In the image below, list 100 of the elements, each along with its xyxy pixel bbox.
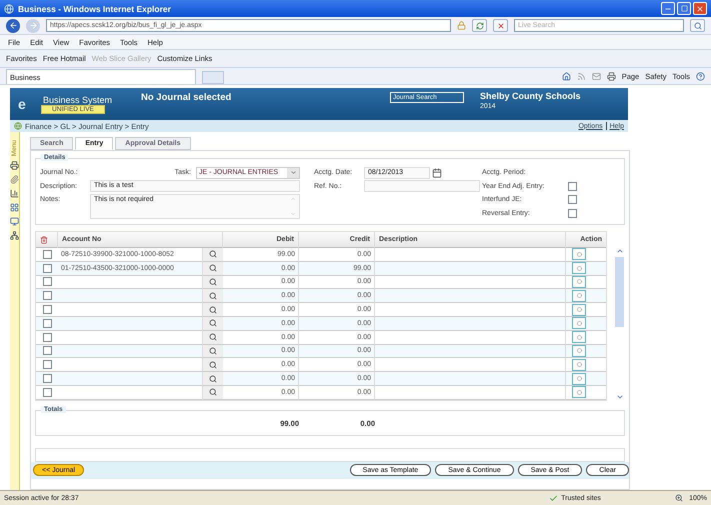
calendar-icon (432, 168, 442, 178)
description-cell[interactable] (375, 372, 566, 386)
new-tab-button[interactable] (202, 71, 224, 84)
forward-button[interactable] (26, 18, 40, 32)
action-button[interactable] (572, 248, 586, 260)
search-button[interactable] (690, 19, 705, 32)
lookup-icon (209, 250, 217, 258)
action-button[interactable] (572, 386, 586, 398)
row-checkbox[interactable] (42, 360, 52, 370)
back-arrow-icon (8, 21, 18, 30)
circle-icon (576, 293, 582, 298)
help-icon (696, 72, 705, 80)
refresh-icon (476, 22, 484, 30)
lookup-icon (209, 264, 217, 272)
action-button[interactable] (572, 344, 586, 357)
description-cell[interactable] (375, 316, 566, 331)
lookup-icon (209, 346, 217, 355)
description-cell[interactable] (375, 276, 566, 290)
print-icon (606, 72, 616, 80)
description-cell[interactable] (375, 344, 566, 358)
row-checkbox[interactable] (42, 305, 52, 314)
close-button[interactable] (693, 2, 707, 15)
lookup-icon (209, 333, 217, 342)
circle-icon (576, 266, 582, 271)
maximize-button[interactable] (677, 2, 691, 15)
circle-icon (576, 320, 582, 326)
delete-icon (40, 236, 48, 244)
row-checkbox[interactable] (42, 374, 52, 384)
description-cell[interactable] (375, 262, 566, 276)
row-checkbox[interactable] (42, 346, 52, 356)
lookup-icon (209, 319, 217, 328)
description-cell[interactable] (375, 386, 566, 400)
description-cell[interactable] (375, 289, 566, 304)
stop-button[interactable] (493, 19, 508, 32)
row-checkbox[interactable] (42, 250, 52, 259)
lookup-icon (209, 278, 217, 286)
monitor-icon (10, 217, 19, 226)
action-button[interactable] (572, 331, 586, 344)
lookup-icon (209, 306, 217, 314)
action-button[interactable] (572, 276, 586, 288)
system-name: Business System (43, 94, 114, 104)
mail-icon (592, 72, 601, 80)
back-button[interactable] (6, 18, 20, 32)
row-checkbox[interactable] (42, 388, 52, 397)
account-cell[interactable] (58, 344, 203, 358)
home-icon (562, 72, 571, 80)
organization-name: Shelby County Schools (480, 91, 582, 101)
ie-logo-icon (4, 4, 14, 14)
account-cell[interactable] (58, 316, 203, 331)
action-button[interactable] (572, 358, 586, 371)
row-checkbox[interactable] (42, 332, 52, 342)
action-button[interactable] (572, 262, 586, 274)
search-icon (694, 22, 702, 30)
chart-icon (10, 189, 19, 198)
account-cell[interactable] (58, 372, 203, 386)
scroll-down-icon (290, 211, 296, 217)
row-checkbox[interactable] (42, 277, 52, 286)
action-button[interactable] (572, 304, 586, 316)
account-cell[interactable] (58, 386, 203, 400)
zoom-icon (675, 494, 684, 502)
scroll-up-icon (616, 247, 624, 255)
action-button[interactable] (572, 372, 586, 385)
checkbox[interactable] (568, 182, 577, 191)
checkbox[interactable] (568, 195, 577, 204)
paperclip-icon (10, 175, 19, 184)
lookup-icon (209, 388, 217, 396)
close-icon (696, 4, 704, 12)
circle-icon (576, 252, 582, 257)
scrollbar[interactable] (614, 247, 625, 401)
check-icon (549, 494, 558, 502)
network-icon (10, 231, 19, 240)
logo: e (18, 96, 26, 112)
window-title: Business - Windows Internet Explorer (18, 4, 171, 14)
description-cell[interactable] (375, 330, 566, 345)
minimize-button[interactable] (661, 2, 675, 15)
globe-icon (14, 122, 22, 130)
description-cell[interactable] (375, 358, 566, 372)
print-icon (10, 161, 19, 170)
account-cell[interactable] (58, 289, 203, 304)
grid-icon (10, 203, 19, 212)
circle-icon (576, 307, 582, 312)
refresh-button[interactable] (472, 19, 487, 32)
description-cell[interactable] (375, 303, 566, 317)
row-checkbox[interactable] (42, 264, 52, 273)
action-button[interactable] (572, 317, 586, 330)
description-cell[interactable] (375, 248, 566, 262)
account-cell[interactable] (58, 358, 203, 372)
account-cell[interactable] (58, 330, 203, 345)
circle-icon (576, 279, 582, 284)
action-button[interactable] (572, 290, 586, 302)
account-cell[interactable] (58, 303, 203, 317)
feed-icon (576, 72, 586, 80)
row-checkbox[interactable] (42, 291, 52, 300)
circle-icon (576, 390, 582, 395)
checkbox[interactable] (568, 208, 577, 218)
row-checkbox[interactable] (42, 318, 52, 328)
dropdown-icon (290, 169, 296, 176)
maximize-icon (680, 5, 688, 12)
ref-no-field[interactable] (364, 180, 480, 192)
account-cell[interactable] (58, 276, 203, 290)
